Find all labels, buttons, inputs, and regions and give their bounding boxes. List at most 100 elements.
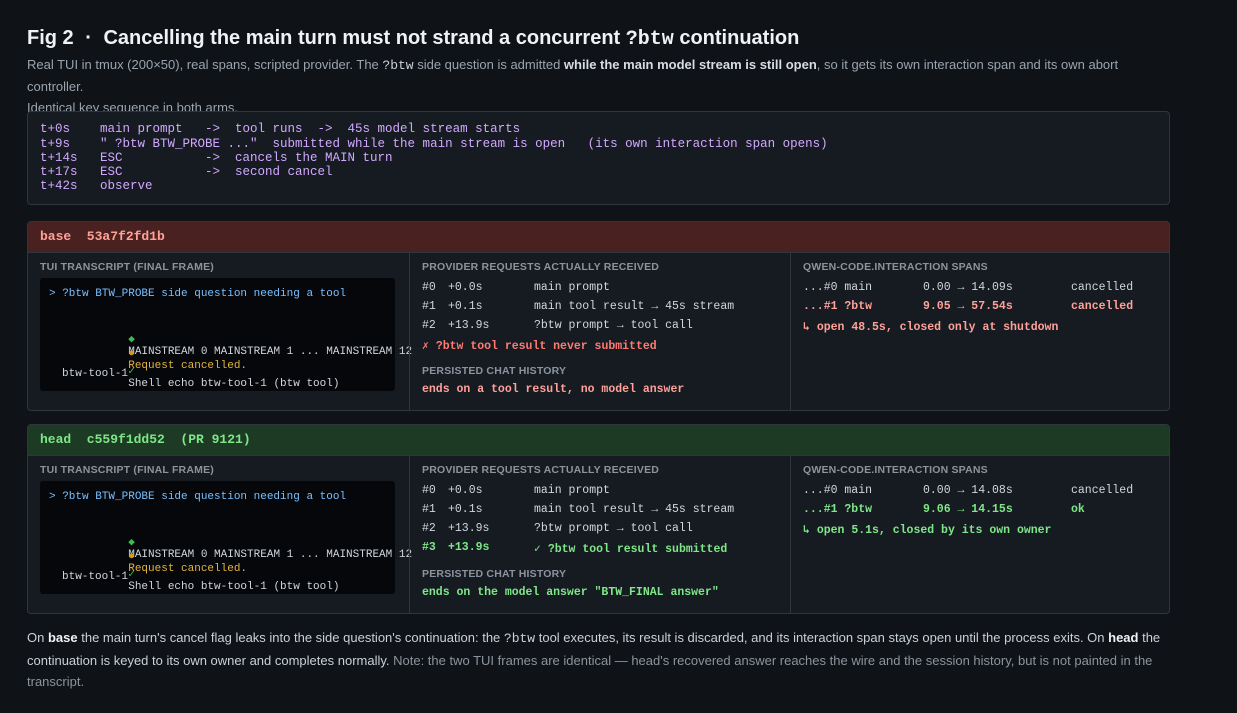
request-id: #2 — [422, 319, 436, 332]
request-time: +0.1s — [448, 300, 483, 313]
head-spans-column: QWEN-CODE.INTERACTION SPANS ...#0 main 0… — [790, 456, 1169, 613]
request-id: #2 — [422, 522, 436, 535]
request-time: +0.1s — [448, 503, 483, 516]
request-row: #0 +0.0s main prompt — [422, 281, 610, 297]
request-time: +0.0s — [448, 484, 483, 497]
span-status: cancelled — [1071, 281, 1134, 294]
provider-label: PROVIDER REQUESTS ACTUALLY RECEIVED — [422, 261, 660, 273]
base-header: base 53a7f2fd1b — [28, 222, 1169, 253]
caption-bold: base — [47, 630, 78, 645]
request-desc: ?btw prompt → tool call — [534, 319, 693, 332]
span-range: 9.05 → 57.54s — [923, 300, 1013, 313]
span-note: ↳ open 5.1s, closed by its own owner — [803, 524, 1052, 537]
request-id: #0 — [422, 484, 436, 497]
fig-label: Fig 2 — [27, 27, 74, 49]
history-label: PERSISTED CHAT HISTORY — [422, 365, 567, 377]
span-row: ...#0 main 0.00 → 14.09s cancelled — [803, 281, 1133, 297]
request-row: #0 +0.0s main prompt — [422, 484, 610, 500]
span-name: ...#0 main — [803, 484, 873, 497]
check-icon: ✓ — [128, 569, 135, 581]
span-name: ...#1 ?btw — [803, 300, 873, 313]
history-text: ends on the model answer "BTW_FINAL answ… — [422, 586, 719, 599]
figure-subtitle: Real TUI in tmux (200×50), real spans, s… — [27, 54, 1170, 118]
base-terminal: > ?btw BTW_PROBE side question needing a… — [40, 278, 412, 391]
span-status: cancelled — [1071, 484, 1134, 497]
span-row: ...#1 ?btw 9.05 → 57.54s cancelled — [803, 300, 1133, 316]
title-text: Cancelling the main turn must not strand… — [103, 27, 621, 49]
figure-caption: On base the main turn's cancel flag leak… — [27, 627, 1170, 693]
request-desc: ✓ ?btw tool result submitted — [534, 543, 728, 556]
caption-text: tool executes, its result is discarded, … — [535, 630, 1109, 645]
title-text-end: continuation — [679, 27, 800, 49]
request-row: #1 +0.1s main tool result → 45s stream — [422, 300, 734, 316]
head-header: head c559f1dd52 (PR 9121) — [28, 425, 1169, 456]
caption-text: the main turn's cancel flag leaks into t… — [77, 630, 504, 645]
transcript-label: TUI TRANSCRIPT (FINAL FRAME) — [40, 261, 214, 273]
request-row: #3 +13.9s ✓ ?btw tool result submitted — [422, 541, 727, 557]
request-row: #1 +0.1s main tool result → 45s stream — [422, 503, 734, 519]
shell-text: Shell echo btw-tool-1 (btw tool) — [128, 581, 340, 593]
timeline-line: t+17s ESC -> second cancel — [40, 165, 333, 179]
request-missing-note: ✗ ?btw tool result never submitted — [422, 340, 657, 353]
request-id: #3 — [422, 541, 436, 554]
caption-text: On — [27, 630, 48, 645]
base-spans-column: QWEN-CODE.INTERACTION SPANS ...#0 main 0… — [790, 253, 1169, 410]
timeline-line: t+42s observe — [40, 179, 153, 193]
check-icon: ✓ — [128, 366, 135, 378]
request-id: #1 — [422, 300, 436, 313]
request-desc: main prompt — [534, 484, 610, 497]
spans-label: QWEN-CODE.INTERACTION SPANS — [803, 261, 988, 273]
request-id: #0 — [422, 281, 436, 294]
transcript-label: TUI TRANSCRIPT (FINAL FRAME) — [40, 464, 214, 476]
base-arm: base 53a7f2fd1b TUI TRANSCRIPT (FINAL FR… — [27, 221, 1170, 411]
span-range: 9.06 → 14.15s — [923, 503, 1013, 516]
span-row: ...#1 ?btw 9.06 → 14.15s ok — [803, 503, 1085, 519]
span-row: ...#0 main 0.00 → 14.08s cancelled — [803, 484, 1133, 500]
subtitle-text: Real TUI in tmux (200×50), real spans, s… — [27, 57, 383, 72]
caption-bold: head — [1108, 630, 1139, 645]
request-time: +0.0s — [448, 281, 483, 294]
terminal-prompt: > ?btw BTW_PROBE side question needing a… — [49, 288, 347, 300]
span-name: ...#0 main — [803, 281, 873, 294]
subtitle-bold: while the main model stream is still ope… — [563, 57, 817, 72]
span-range: 0.00 → 14.08s — [923, 484, 1013, 497]
head-terminal: > ?btw BTW_PROBE side question needing a… — [40, 481, 412, 594]
request-desc: main prompt — [534, 281, 610, 294]
head-provider-column: PROVIDER REQUESTS ACTUALLY RECEIVED #0 +… — [409, 456, 790, 613]
base-transcript-column: TUI TRANSCRIPT (FINAL FRAME) > ?btw BTW_… — [28, 253, 412, 410]
provider-label: PROVIDER REQUESTS ACTUALLY RECEIVED — [422, 464, 660, 476]
span-status: cancelled — [1071, 300, 1134, 313]
request-row: #2 +13.9s ?btw prompt → tool call — [422, 522, 693, 538]
title-code: ?btw — [625, 28, 674, 51]
base-provider-column: PROVIDER REQUESTS ACTUALLY RECEIVED #0 +… — [409, 253, 790, 410]
spans-label: QWEN-CODE.INTERACTION SPANS — [803, 464, 988, 476]
timeline-line: t+14s ESC -> cancels the MAIN turn — [40, 151, 393, 165]
history-text: ends on a tool result, no model answer — [422, 383, 685, 396]
request-time: +13.9s — [448, 541, 490, 554]
span-range: 0.00 → 14.09s — [923, 281, 1013, 294]
request-desc: main tool result → 45s stream — [534, 503, 735, 516]
subtitle-text: side question is admitted — [413, 57, 564, 72]
timeline-block: t+0s main prompt -> tool runs -> 45s mod… — [27, 111, 1170, 205]
request-id: #1 — [422, 503, 436, 516]
span-note: ↳ open 48.5s, closed only at shutdown — [803, 321, 1059, 334]
head-transcript-column: TUI TRANSCRIPT (FINAL FRAME) > ?btw BTW_… — [28, 456, 412, 613]
request-row: #2 +13.9s ?btw prompt → tool call — [422, 319, 693, 335]
history-label: PERSISTED CHAT HISTORY — [422, 568, 567, 580]
request-time: +13.9s — [448, 522, 490, 535]
subtitle-code: ?btw — [382, 58, 414, 73]
timeline-line: t+0s main prompt -> tool runs -> 45s mod… — [40, 122, 521, 136]
span-name: ...#1 ?btw — [803, 503, 873, 516]
timeline-line: t+9s " ?btw BTW_PROBE ..." submitted whi… — [40, 137, 828, 151]
span-status: ok — [1071, 503, 1085, 516]
terminal-prompt: > ?btw BTW_PROBE side question needing a… — [49, 491, 347, 503]
shell-output: btw-tool-1 — [62, 368, 129, 380]
title-dot: · — [85, 27, 92, 49]
request-time: +13.9s — [448, 319, 490, 332]
figure-title: Fig 2 · Cancelling the main turn must no… — [27, 27, 799, 51]
head-arm: head c559f1dd52 (PR 9121) TUI TRANSCRIPT… — [27, 424, 1170, 614]
request-desc: ?btw prompt → tool call — [534, 522, 693, 535]
caption-code: ?btw — [503, 631, 536, 646]
request-desc: main tool result → 45s stream — [534, 300, 735, 313]
shell-text: Shell echo btw-tool-1 (btw tool) — [128, 378, 340, 390]
